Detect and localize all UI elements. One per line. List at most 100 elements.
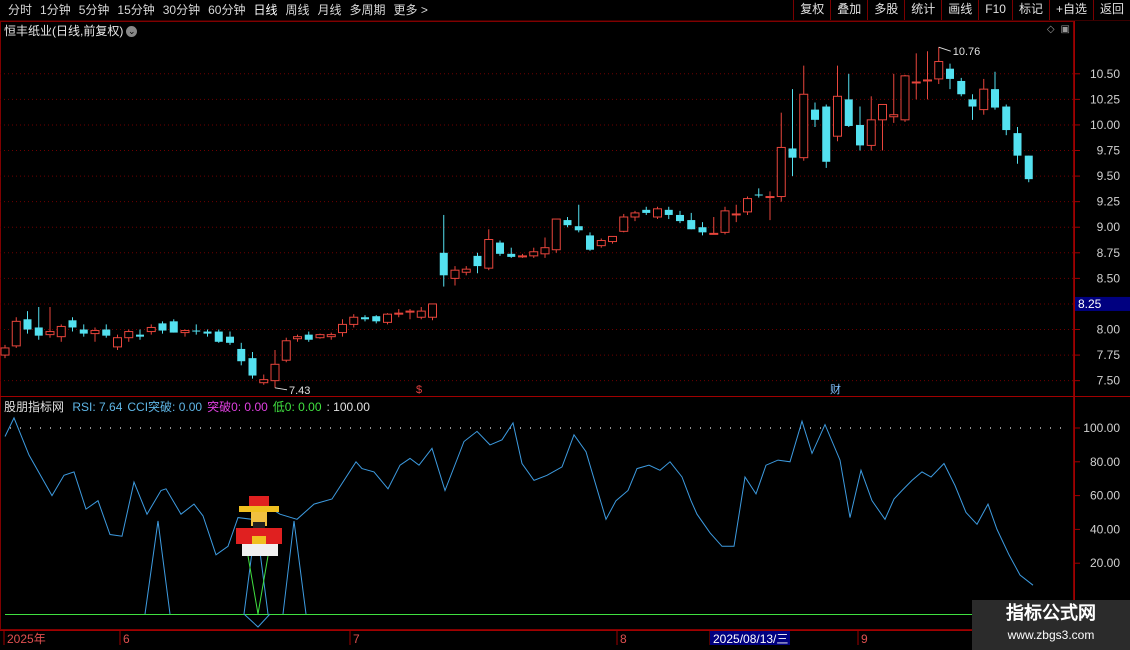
candle-body-down xyxy=(34,327,43,336)
candle-body-down xyxy=(856,124,864,146)
candle-body-up xyxy=(630,212,640,218)
indicator-value-4: : 100.00 xyxy=(326,400,370,414)
candle-body-down xyxy=(563,220,572,226)
indicator-value-0: RSI: 7.64 xyxy=(72,400,123,414)
ind-tick-label: 40.00 xyxy=(1090,522,1120,536)
candle-body-down xyxy=(642,209,651,213)
ind-tick-label: 80.00 xyxy=(1090,455,1120,469)
candle-body-down xyxy=(214,331,223,342)
price-tick-label: 8.75 xyxy=(1097,246,1121,260)
candle-body-up xyxy=(540,247,550,255)
candle-body-down xyxy=(23,319,32,330)
low-pointer xyxy=(274,387,288,391)
candle-body-up xyxy=(146,326,156,333)
candle-body-down xyxy=(136,334,144,337)
candle-body-up xyxy=(383,313,392,323)
candle-body-up xyxy=(56,325,66,338)
chart-canvas[interactable]: 10.50 10.25 10.00 9.75 9.50 9.25 9.00 8.75 8.50 8… xyxy=(0,0,1130,650)
ind-tick-label: 100.00 xyxy=(1083,421,1120,435)
price-tick-label: 7.50 xyxy=(1097,374,1121,388)
price-tick-label: 9.25 xyxy=(1097,195,1121,209)
candle-body-up xyxy=(281,340,291,361)
low-price-label: 7.43 xyxy=(289,385,310,397)
candle-body-up xyxy=(0,347,10,356)
rsi-dip xyxy=(243,613,271,628)
candle-body-down xyxy=(586,235,594,250)
indicator-name[interactable]: 股朋指标网 xyxy=(4,400,64,414)
candle-body-up xyxy=(866,119,876,146)
candle-body-up xyxy=(799,93,809,159)
candle-body-down xyxy=(248,358,257,376)
time-label: 6 xyxy=(123,632,130,646)
candle-body-down xyxy=(664,209,673,215)
candle-body-up xyxy=(293,336,302,340)
candle-body-down xyxy=(574,226,583,231)
candle-body-down xyxy=(968,99,977,107)
candle-body-down xyxy=(946,68,954,79)
candle-body-down xyxy=(361,317,369,320)
candle-body-down xyxy=(1002,106,1011,131)
time-label: 8 xyxy=(620,632,627,646)
candle-body-down xyxy=(203,331,212,334)
candle-body-up xyxy=(349,316,359,325)
candle-body-up xyxy=(776,146,786,198)
god-of-wealth-icon xyxy=(236,496,282,556)
candle-body-down xyxy=(754,194,763,196)
candle-body-down xyxy=(957,80,966,95)
candle-body-up xyxy=(889,114,899,118)
candle-body-up xyxy=(259,379,269,384)
event-finance-mark[interactable]: 财 xyxy=(830,382,841,396)
candle-body-up xyxy=(45,331,55,336)
candle-body-up xyxy=(394,312,404,315)
candle-body-up xyxy=(551,218,561,251)
candle-body-up xyxy=(619,216,629,232)
price-tick-label: 8.50 xyxy=(1097,271,1121,285)
price-tick-label: 10.50 xyxy=(1090,67,1120,81)
candle-body-up xyxy=(608,235,617,243)
ind-tick-label: 60.00 xyxy=(1090,489,1120,503)
candle-body-down xyxy=(676,214,684,222)
price-tick-label: 9.00 xyxy=(1097,220,1121,234)
candle-body-down xyxy=(169,321,178,333)
indicator-value-2: 突破0: 0.00 xyxy=(207,400,268,414)
candle-body-up xyxy=(450,269,460,279)
candle-body-down xyxy=(192,330,201,332)
price-tick-label: 9.50 xyxy=(1097,169,1121,183)
indicator-value-1: CCI突破: 0.00 xyxy=(127,400,203,414)
candle-body-up xyxy=(743,198,752,213)
candle-body-up xyxy=(596,240,606,247)
cci-spike xyxy=(282,520,307,615)
candle-body-up xyxy=(326,334,336,338)
rsi-line xyxy=(4,416,1034,586)
candle-body-down xyxy=(68,320,77,328)
candle-body-up xyxy=(428,303,437,318)
candle-body-up xyxy=(731,213,741,216)
candle-body-down xyxy=(822,106,831,162)
candle-body-down xyxy=(991,89,999,108)
price-tick-label: 7.75 xyxy=(1097,348,1121,362)
candle-body-up xyxy=(934,61,944,80)
event-dividend-mark[interactable]: $ xyxy=(416,384,422,396)
watermark-title: 指标公式网 xyxy=(1006,603,1096,623)
candle-body-up xyxy=(529,251,539,257)
candle-body-up xyxy=(180,330,190,334)
cci-spike xyxy=(144,520,171,615)
indicator-value-3: 低0: 0.00 xyxy=(272,400,322,414)
time-label: 9 xyxy=(861,632,868,646)
candle-body-down xyxy=(473,255,482,267)
indicator-header: 股朋指标网 RSI: 7.64 CCI突破: 0.00 突破0: 0.00 低0: 0… xyxy=(4,398,375,415)
candle-body-down xyxy=(439,252,448,276)
candle-body-up xyxy=(338,323,347,334)
candle-body-down xyxy=(698,227,707,233)
candle-body-up xyxy=(461,268,471,273)
time-label: 2025年 xyxy=(7,632,46,646)
candle-body-up xyxy=(979,88,989,111)
candle-body-up xyxy=(484,239,494,269)
ind-tick-label: 20.00 xyxy=(1090,556,1120,570)
candle-body-up xyxy=(124,331,134,339)
time-label: 2025/08/13/三 xyxy=(713,632,788,646)
price-tick-label: 10.00 xyxy=(1090,118,1120,132)
candle-body-down xyxy=(1024,155,1033,180)
candle-body-up xyxy=(270,363,280,382)
candle-body-up xyxy=(765,196,775,199)
